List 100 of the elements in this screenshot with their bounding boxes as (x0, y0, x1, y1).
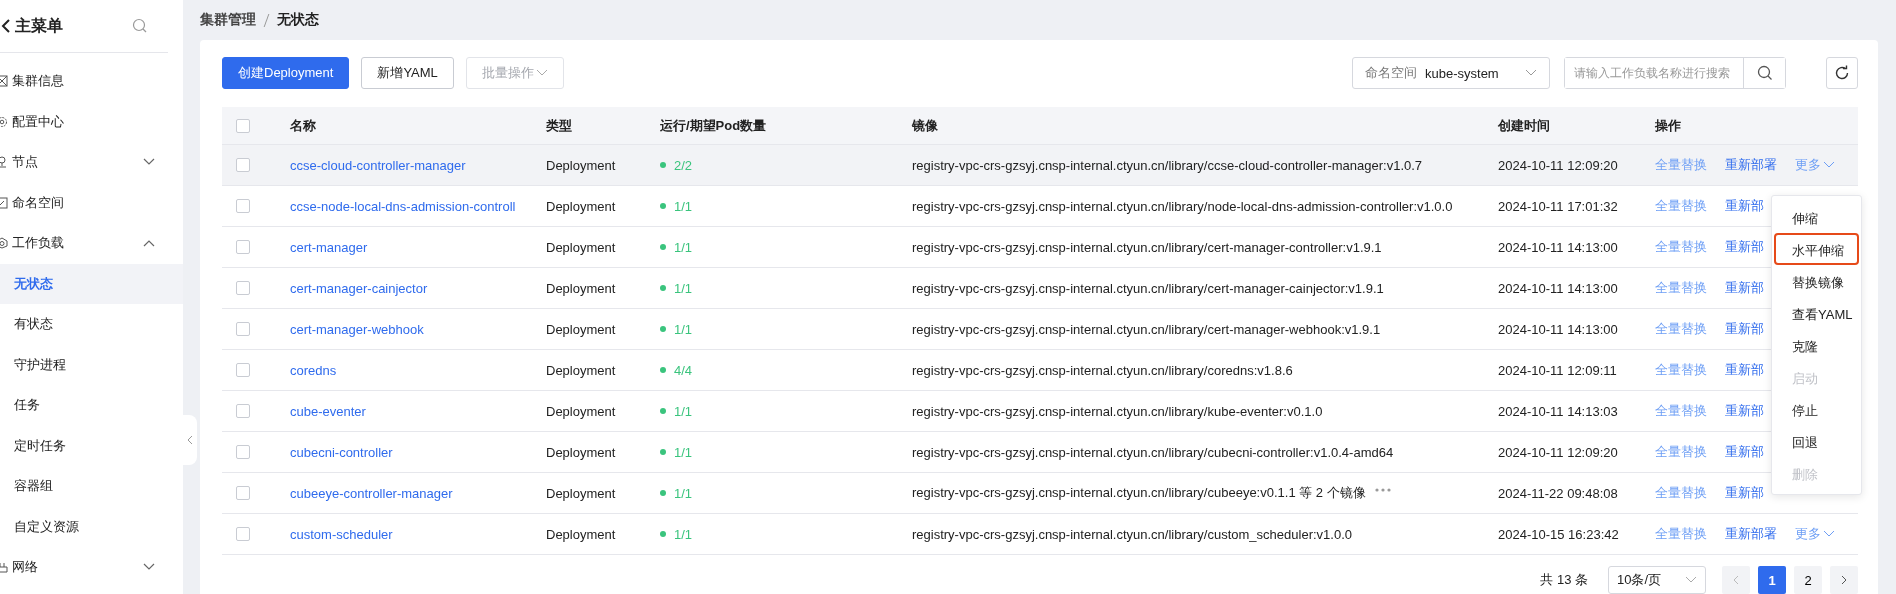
redeploy-link[interactable]: 重新部 (1725, 320, 1764, 338)
sidebar-subitem[interactable]: 守护进程 (0, 344, 183, 385)
checkbox[interactable] (236, 118, 250, 133)
page-button[interactable]: 2 (1794, 566, 1822, 594)
search-icon (1756, 65, 1773, 81)
workload-link[interactable]: ccse-cloud-controller-manager (290, 157, 466, 173)
checkbox[interactable] (236, 404, 250, 418)
table-cell-text: Deployment (545, 239, 617, 255)
collapse-handle[interactable] (183, 415, 197, 465)
sidebar-item[interactable]: 网络 (0, 547, 183, 588)
table-cell-text: 2024-10-11 14:13:03 (1497, 403, 1619, 419)
redeploy-link[interactable]: 重新部 (1725, 402, 1764, 420)
sidebar-item[interactable]: 集群信息 (0, 61, 183, 102)
menu-item[interactable]: 回退 (1774, 425, 1859, 457)
menu-item[interactable]: 克隆 (1774, 329, 1859, 361)
replace-link[interactable]: 全量替换 (1655, 197, 1707, 215)
workload-link[interactable]: cubecni-controller (290, 444, 393, 460)
redeploy-link[interactable]: 重新部 (1725, 197, 1764, 215)
add-yaml-button[interactable]: 新增YAML (361, 57, 454, 89)
chevron-down-icon (535, 69, 548, 77)
redeploy-link[interactable]: 重新部 (1725, 238, 1764, 256)
sidebar-item[interactable]: 工作负载 (0, 223, 183, 264)
menu-item[interactable]: 查看YAML (1774, 297, 1859, 329)
breadcrumb-item[interactable]: 集群管理 (200, 11, 256, 29)
checkbox[interactable] (236, 363, 250, 377)
sidebar-item[interactable]: 配置中心 (0, 101, 183, 142)
redeploy-link[interactable]: 重新部 (1725, 279, 1764, 297)
sidebar-subitem[interactable]: 容器组 (0, 466, 183, 507)
replace-link[interactable]: 全量替换 (1655, 402, 1707, 420)
chevron-down-icon (143, 158, 155, 167)
more-icon[interactable] (1373, 487, 1392, 493)
checkbox[interactable] (236, 199, 250, 213)
workload-link[interactable]: cert-manager-webhook (290, 321, 424, 337)
redeploy-link[interactable]: 重新部 (1725, 443, 1764, 461)
sidebar-item[interactable]: 命名空间 (0, 182, 183, 223)
pod-count: 1/1 (674, 321, 693, 337)
image-text: registry-vpc-crs-gzsyj.cnsp-internal.ctyun.cn/library/node-local-dns-admission-controller:v1.0.0 (912, 198, 1453, 214)
workload-link[interactable]: ccse-node-local-dns-admission-controll (290, 198, 516, 214)
replace-link[interactable]: 全量替换 (1655, 279, 1707, 297)
checkbox[interactable] (236, 445, 250, 459)
redeploy-link[interactable]: 重新部 (1725, 361, 1764, 379)
more-link[interactable]: 更多 (1795, 525, 1835, 543)
menu-item[interactable]: 水平伸缩 (1774, 233, 1859, 265)
namespace-select[interactable]: 命名空间 kube-system (1352, 57, 1550, 89)
status-dot (660, 367, 666, 373)
replace-link[interactable]: 全量替换 (1655, 361, 1707, 379)
refresh-button[interactable] (1826, 57, 1858, 89)
column-header: 类型 (545, 116, 573, 135)
sidebar-subitem[interactable]: 任务 (0, 385, 183, 426)
menu-item[interactable]: 替换镜像 (1774, 265, 1859, 297)
node-icon (0, 156, 8, 169)
page-button[interactable]: 1 (1758, 566, 1786, 594)
sidebar-subitem[interactable]: 无状态 (0, 263, 183, 304)
table-cell-text: Deployment (545, 526, 617, 542)
status-dot (660, 408, 666, 414)
workload-link[interactable]: cert-manager (290, 239, 368, 255)
pod-count: 1/1 (674, 403, 693, 419)
column-header: 创建时间 (1497, 116, 1551, 135)
sidebar-item[interactable]: 节点 (0, 142, 183, 183)
next-page-button[interactable] (1830, 566, 1858, 594)
page-size-select[interactable]: 10条/页 (1608, 566, 1706, 594)
chevron-down-icon (1525, 69, 1537, 77)
previous-page-button[interactable] (1722, 566, 1750, 594)
chevron-left-icon (0, 19, 12, 33)
table-cell-text: 2024-10-15 16:23:42 (1497, 526, 1620, 542)
back-button[interactable]: 主菜单 (0, 15, 63, 37)
checkbox[interactable] (236, 158, 250, 172)
replace-link[interactable]: 全量替换 (1655, 525, 1707, 543)
menu-item[interactable]: 伸缩 (1774, 201, 1859, 233)
workload-link[interactable]: cert-manager-cainjector (290, 280, 428, 296)
sidebar-subitem[interactable]: 有状态 (0, 304, 183, 345)
checkbox[interactable] (236, 322, 250, 336)
workload-link[interactable]: cube-eventer (290, 403, 366, 419)
replace-link[interactable]: 全量替换 (1655, 484, 1707, 502)
menu-item[interactable]: 停止 (1774, 393, 1859, 425)
chevron-up-icon (143, 239, 155, 248)
search-button[interactable] (1743, 58, 1785, 88)
checkbox[interactable] (236, 281, 250, 295)
pod-count: 4/4 (674, 362, 693, 378)
workload-link[interactable]: coredns (290, 362, 337, 378)
total-count: 共 13 条 (1540, 571, 1588, 589)
checkbox[interactable] (236, 486, 250, 500)
checkbox[interactable] (236, 527, 250, 541)
sidebar-subitem[interactable]: 定时任务 (0, 425, 183, 466)
replace-link[interactable]: 全量替换 (1655, 443, 1707, 461)
workload-link[interactable]: cubeeye-controller-manager (290, 485, 453, 501)
redeploy-link[interactable]: 重新部 (1725, 484, 1764, 502)
workload-link[interactable]: custom-scheduler (290, 526, 393, 542)
image-text: registry-vpc-crs-gzsyj.cnsp-internal.ctyun.cn/library/cert-manager-webhook:v1.9.1 (912, 321, 1381, 337)
redeploy-link[interactable]: 重新部署 (1725, 156, 1777, 174)
search-field[interactable]: 请输入工作负载名称进行搜索 (1564, 57, 1786, 89)
table-cell-text: 2024-10-11 12:09:11 (1497, 362, 1618, 378)
search-icon[interactable] (132, 18, 148, 34)
create-button[interactable]: 创建Deployment (222, 57, 350, 89)
redeploy-link[interactable]: 重新部署 (1725, 525, 1777, 543)
replace-link[interactable]: 全量替换 (1655, 320, 1707, 338)
checkbox[interactable] (236, 240, 250, 254)
sidebar-subitem[interactable]: 自定义资源 (0, 506, 183, 547)
replace-link[interactable]: 全量替换 (1655, 238, 1707, 256)
cluster-icon (0, 75, 8, 88)
